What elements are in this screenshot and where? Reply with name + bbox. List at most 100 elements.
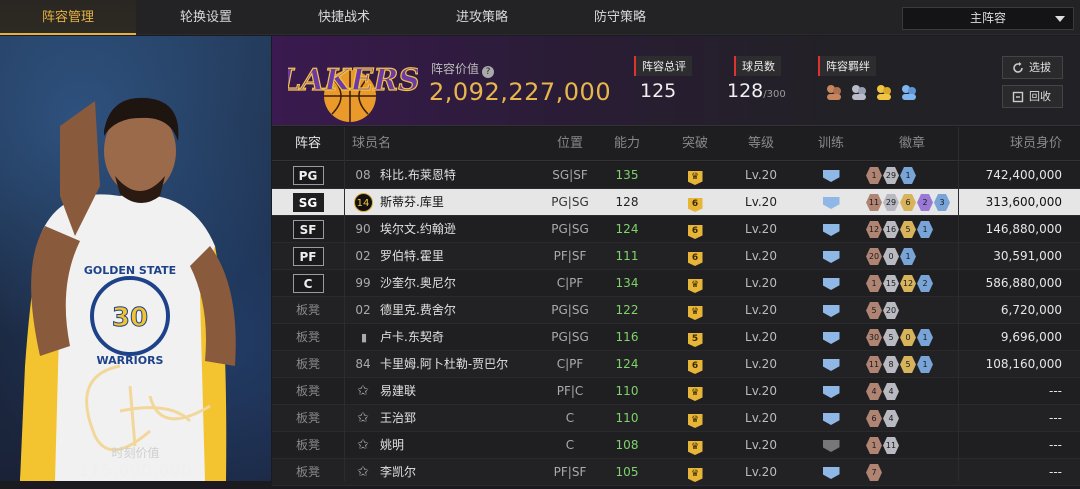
lakers-logo: LAKERS <box>288 62 418 122</box>
tab-quick-tactics[interactable]: 快捷战术 <box>276 0 412 35</box>
players-count: 128/300 <box>727 80 786 102</box>
position-slot-badge[interactable]: C <box>292 274 324 293</box>
players-count-value: 128 <box>727 80 764 102</box>
badge-hex: 0 <box>883 248 899 265</box>
training-cell <box>797 378 865 405</box>
badge-list: 20 0 1 <box>866 248 958 265</box>
tab-defense-strategy[interactable]: 防守策略 <box>552 0 688 35</box>
player-name[interactable]: 科比.布莱恩特 <box>380 162 530 189</box>
col-lineup[interactable]: 阵容 <box>272 127 344 161</box>
player-name[interactable]: 斯蒂芬.库里 <box>380 189 530 216</box>
pick-button[interactable]: 选拔 <box>1002 56 1063 79</box>
players-count-label: 球员数 <box>734 56 781 76</box>
badge-list: 11 8 5 1 <box>866 356 958 373</box>
player-name[interactable]: 卢卡.东契奇 <box>380 324 530 351</box>
player-name[interactable]: 李凯尔 <box>380 459 530 486</box>
col-level[interactable]: 等级 <box>728 127 794 161</box>
breakthrough-cell: 6 <box>662 216 728 243</box>
badge-hex: 2 <box>917 194 933 211</box>
player-level: Lv.20 <box>745 222 777 236</box>
player-name[interactable]: 沙奎尔.奥尼尔 <box>380 270 530 297</box>
train-icon[interactable] <box>822 332 840 344</box>
breakthrough-cell: ♛ <box>662 405 728 432</box>
badges-cell: 64 <box>866 405 958 432</box>
badge-list: 1 11 <box>866 437 958 454</box>
badge-hex: 20 <box>866 248 882 265</box>
training-cell <box>797 405 865 432</box>
player-name[interactable]: 姚明 <box>380 432 530 459</box>
chemistry-label: 阵容羁绊 <box>818 56 876 76</box>
position-slot-badge[interactable]: SG <box>292 193 324 212</box>
player-name[interactable]: 德里克.费舍尔 <box>380 297 530 324</box>
chemistry-icon[interactable] <box>899 82 919 102</box>
question-icon[interactable]: ? <box>482 66 495 78</box>
badge-hex: 5 <box>866 302 882 319</box>
player-name[interactable]: 埃尔文.约翰逊 <box>380 216 530 243</box>
player-name[interactable]: 易建联 <box>380 378 530 405</box>
col-training[interactable]: 训练 <box>797 127 865 161</box>
breakthrough-cell: ♛ <box>662 270 728 297</box>
player-ability: 105 <box>615 465 639 479</box>
player-name[interactable]: 王治郅 <box>380 405 530 432</box>
badges-cell: 1 11 <box>866 432 958 459</box>
col-player-name[interactable]: 球员名 <box>352 127 412 161</box>
player-ability: 116 <box>615 330 639 344</box>
badge-hex: 6 <box>866 410 882 427</box>
player-ability: 122 <box>615 303 639 317</box>
players-count-max: /300 <box>763 89 786 100</box>
train-icon[interactable] <box>822 440 840 452</box>
train-icon[interactable] <box>822 170 840 182</box>
train-icon[interactable] <box>822 278 840 290</box>
bench-label: 板凳 <box>295 411 320 425</box>
col-ability[interactable]: 能力 <box>592 127 662 161</box>
badge-list: 11 29 6 2 3 <box>866 194 958 211</box>
col-value[interactable]: 球员身价 <box>958 127 1062 161</box>
train-icon[interactable] <box>822 224 840 236</box>
recycle-button[interactable]: 回收 <box>1002 85 1063 108</box>
breakthrough-cell: ♛ <box>662 162 728 189</box>
training-cell <box>797 270 865 297</box>
position-slot-badge[interactable]: SF <box>292 220 324 239</box>
training-cell <box>797 216 865 243</box>
train-icon[interactable] <box>822 413 840 425</box>
chemistry-icon[interactable] <box>874 82 894 102</box>
chemistry-icon[interactable] <box>849 82 869 102</box>
badge-hex: 5 <box>900 356 916 373</box>
tab-rotation-settings[interactable]: 轮换设置 <box>138 0 274 35</box>
player-value: 6,720,000 <box>1000 303 1062 317</box>
jersey-number: 02 <box>355 249 371 263</box>
train-icon[interactable] <box>822 305 840 317</box>
col-breakthrough[interactable]: 突破 <box>662 127 728 161</box>
badges-cell: 20 0 1 <box>866 243 958 270</box>
train-icon[interactable] <box>822 251 840 263</box>
player-level: Lv.20 <box>745 384 777 398</box>
lineup-slot-cell: C <box>272 270 344 297</box>
chemistry-icon[interactable] <box>824 82 844 102</box>
player-name[interactable]: 卡里姆.阿卜杜勒-贾巴尔 <box>380 351 530 378</box>
player-ability: 111 <box>615 249 639 263</box>
tab-offense-strategy[interactable]: 进攻策略 <box>414 0 550 35</box>
player-card[interactable]: 30 GOLDEN STATE WARRIORS 时刻价值 115,000,00… <box>0 36 271 481</box>
badge-hex: 11 <box>883 437 899 454</box>
lineup-value-label: 阵容价值? <box>431 60 495 78</box>
train-icon[interactable] <box>822 197 840 209</box>
player-level: Lv.20 <box>745 411 777 425</box>
badge-hex: 1 <box>866 437 882 454</box>
crown-icon: ♛ <box>687 306 703 320</box>
rating-value: 125 <box>640 80 677 102</box>
train-icon[interactable] <box>822 467 840 479</box>
position-slot-badge[interactable]: PG <box>292 166 324 185</box>
breakthrough-cell: 5 <box>662 324 728 351</box>
train-icon[interactable] <box>822 386 840 398</box>
badge-hex: 4 <box>883 410 899 427</box>
lineup-select[interactable]: 主阵容 <box>902 7 1074 30</box>
position-slot-badge[interactable]: PF <box>292 247 324 266</box>
train-icon[interactable] <box>822 359 840 371</box>
player-name[interactable]: 罗伯特.霍里 <box>380 243 530 270</box>
badges-cell: 11 8 5 1 <box>866 351 958 378</box>
badge-hex: 1 <box>900 167 916 184</box>
tab-lineup-management[interactable]: 阵容管理 <box>0 0 136 35</box>
jersey-number: ✩ <box>350 432 376 459</box>
player-value: 9,696,000 <box>1000 330 1062 344</box>
col-badges[interactable]: 徽章 <box>866 127 958 161</box>
